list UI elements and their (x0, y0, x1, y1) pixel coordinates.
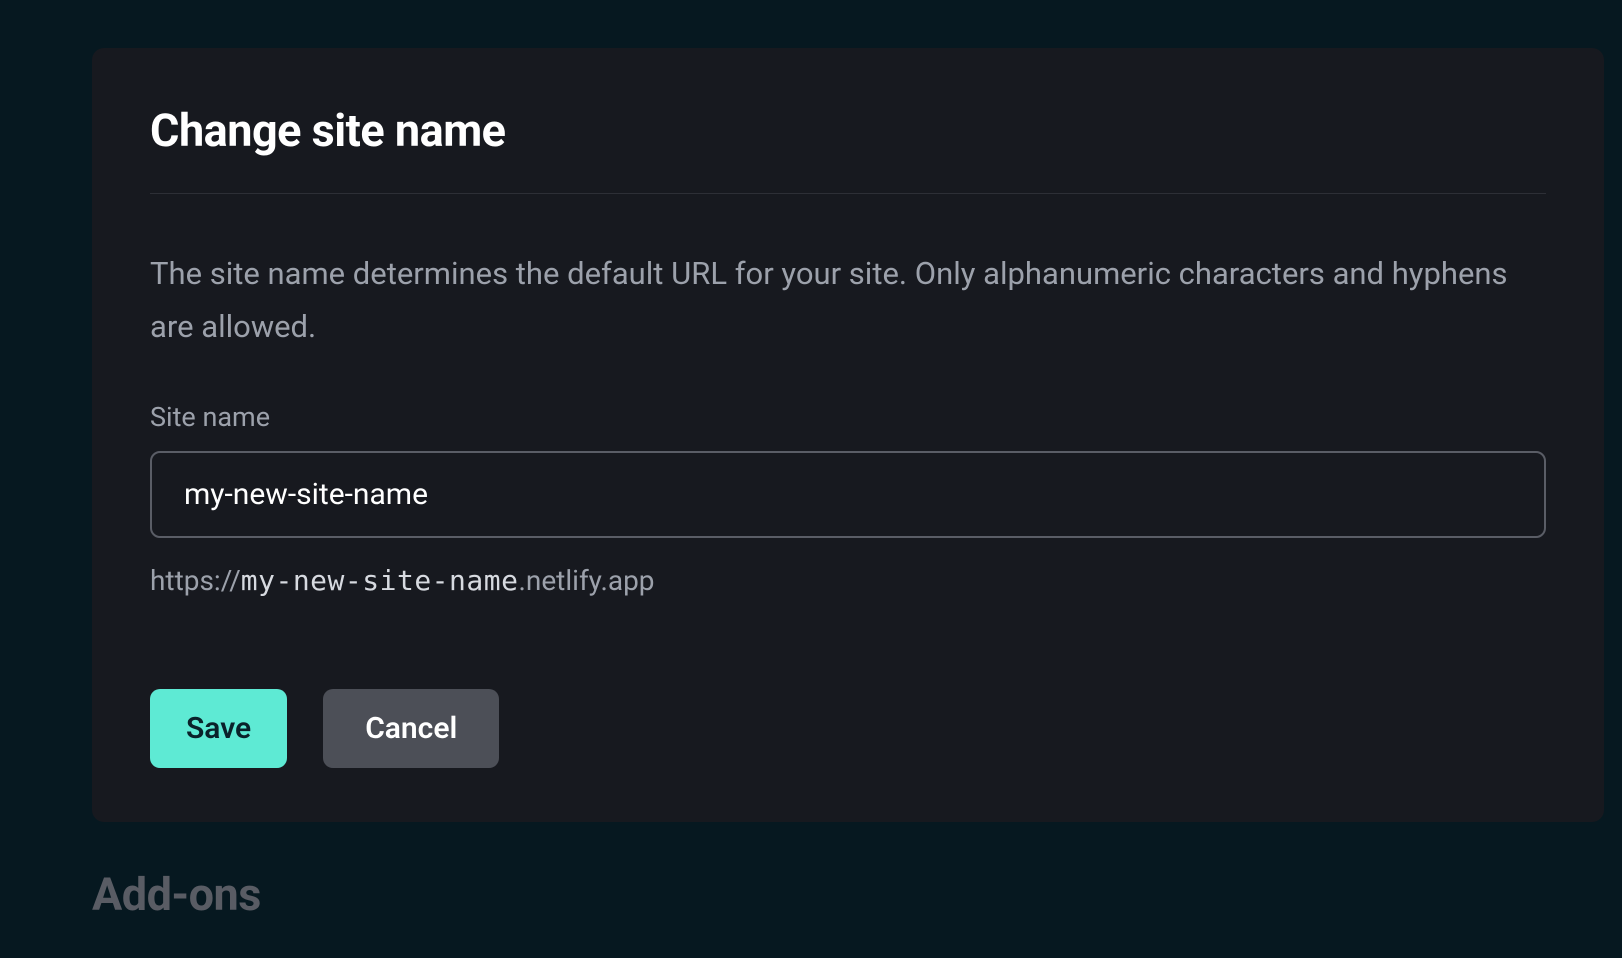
addons-heading: Add-ons (92, 868, 261, 921)
url-slug: my-new-site-name (241, 564, 519, 597)
divider (150, 193, 1546, 194)
card-description: The site name determines the default URL… (150, 248, 1546, 353)
button-row: Save Cancel (150, 689, 1546, 768)
card-title: Change site name (150, 104, 1546, 157)
save-button[interactable]: Save (150, 689, 287, 768)
site-name-label: Site name (150, 401, 1546, 433)
site-name-input[interactable] (150, 451, 1546, 538)
change-site-name-card: Change site name The site name determine… (92, 48, 1604, 822)
url-suffix: .netlify.app (518, 564, 654, 597)
url-preview: https://my-new-site-name.netlify.app (150, 564, 1546, 597)
cancel-button[interactable]: Cancel (323, 689, 499, 768)
url-prefix: https:// (150, 564, 241, 597)
